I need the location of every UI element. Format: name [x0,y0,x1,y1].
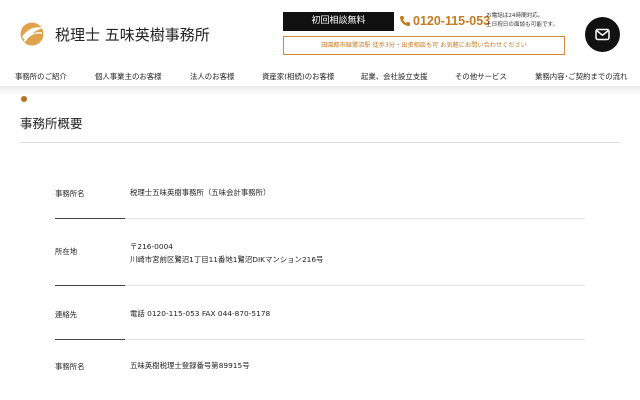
info-label: 事務所名 [55,189,85,198]
nav-item-office-intro[interactable]: 事務所のご紹介 [15,71,67,82]
info-value: 税理士五味英樹事務所（五味会計事務所） [130,186,270,199]
title-divider [20,142,620,143]
info-value-address: 川崎市宮前区鷺沼1丁目11番地1鷺沼DIKマンション216号 [130,255,324,264]
free-consultation-badge[interactable]: 初回相談無料 [283,12,394,31]
info-value-postal-code: 〒216-0004 [130,242,173,251]
phone-note-line-2: 土日祝日の面談も可能です。 [486,22,559,28]
site-header: 税理士 五味英樹事務所 初回相談無料 0120-115-053 お電話は24時間… [0,0,640,62]
info-row-contact: 連絡先 電話 0120-115-053 FAX 044-870-5178 [55,307,585,343]
nav-item-other-services[interactable]: その他サービス [455,71,507,82]
header-shadow-divider [0,86,640,96]
nav-item-startup-support[interactable]: 起業、会社設立支援 [361,71,428,82]
phone-number-link[interactable]: 0120-115-053 [413,14,490,28]
site-logo-text[interactable]: 税理士 五味英樹事務所 [55,24,210,45]
phone-note-line-1: お電話は24時間対応。 [486,13,544,19]
info-value-registration-number: 五味英樹税理士登録番号第89915号 [130,361,250,370]
phone-icon [400,16,410,26]
info-value-line: 税理士五味英樹事務所（五味会計事務所） [130,188,271,197]
nav-item-sole-proprietors[interactable]: 個人事業主のお客様 [95,71,162,82]
nav-item-corporate-clients[interactable]: 法人のお客様 [190,71,234,82]
logo-leaf-icon[interactable] [20,22,44,46]
label-divider [55,339,125,340]
info-label: 事務所名 [55,362,85,371]
label-divider [55,218,125,219]
nav-item-asset-holders[interactable]: 資産家(相続)のお客様 [262,71,334,82]
row-divider [125,339,585,340]
main-navigation: 事務所のご紹介 個人事業主のお客様 法人のお客様 資産家(相続)のお客様 起業、… [0,66,640,88]
phone-hours-note: お電話は24時間対応。 土日祝日の面談も可能です。 [486,12,558,30]
info-label: 連絡先 [55,310,78,319]
info-row-office-name: 事務所名 税理士五味英樹事務所（五味会計事務所） [55,186,585,222]
info-row-address: 所在地 〒216-0004 川崎市宮前区鷺沼1丁目11番地1鷺沼DIKマンション… [55,240,585,288]
label-divider [55,285,125,286]
info-value-phone-fax: 電話 0120-115-053 FAX 044-870-5178 [130,309,271,318]
page-title: 事務所概要 [20,116,83,131]
row-divider [125,218,585,219]
info-value: 五味英樹税理士登録番号第89915号 [130,359,250,372]
nav-item-workflow[interactable]: 業務内容･ご契約までの流れ [535,71,627,82]
contact-mail-button[interactable] [585,17,620,52]
row-divider [125,285,585,286]
title-accent-dot [21,96,27,102]
info-row-registration: 事務所名 五味英樹税理士登録番号第89915号 [55,359,585,395]
mail-icon [595,28,610,41]
info-value: 〒216-0004 川崎市宮前区鷺沼1丁目11番地1鷺沼DIKマンション216号 [130,240,323,266]
access-info-banner[interactable]: 田園都市線鷺沼駅 徒歩3分・出張相談も可 お気軽にお問い合わせください [283,36,565,55]
info-value: 電話 0120-115-053 FAX 044-870-5178 [130,307,270,320]
info-label: 所在地 [55,247,78,256]
